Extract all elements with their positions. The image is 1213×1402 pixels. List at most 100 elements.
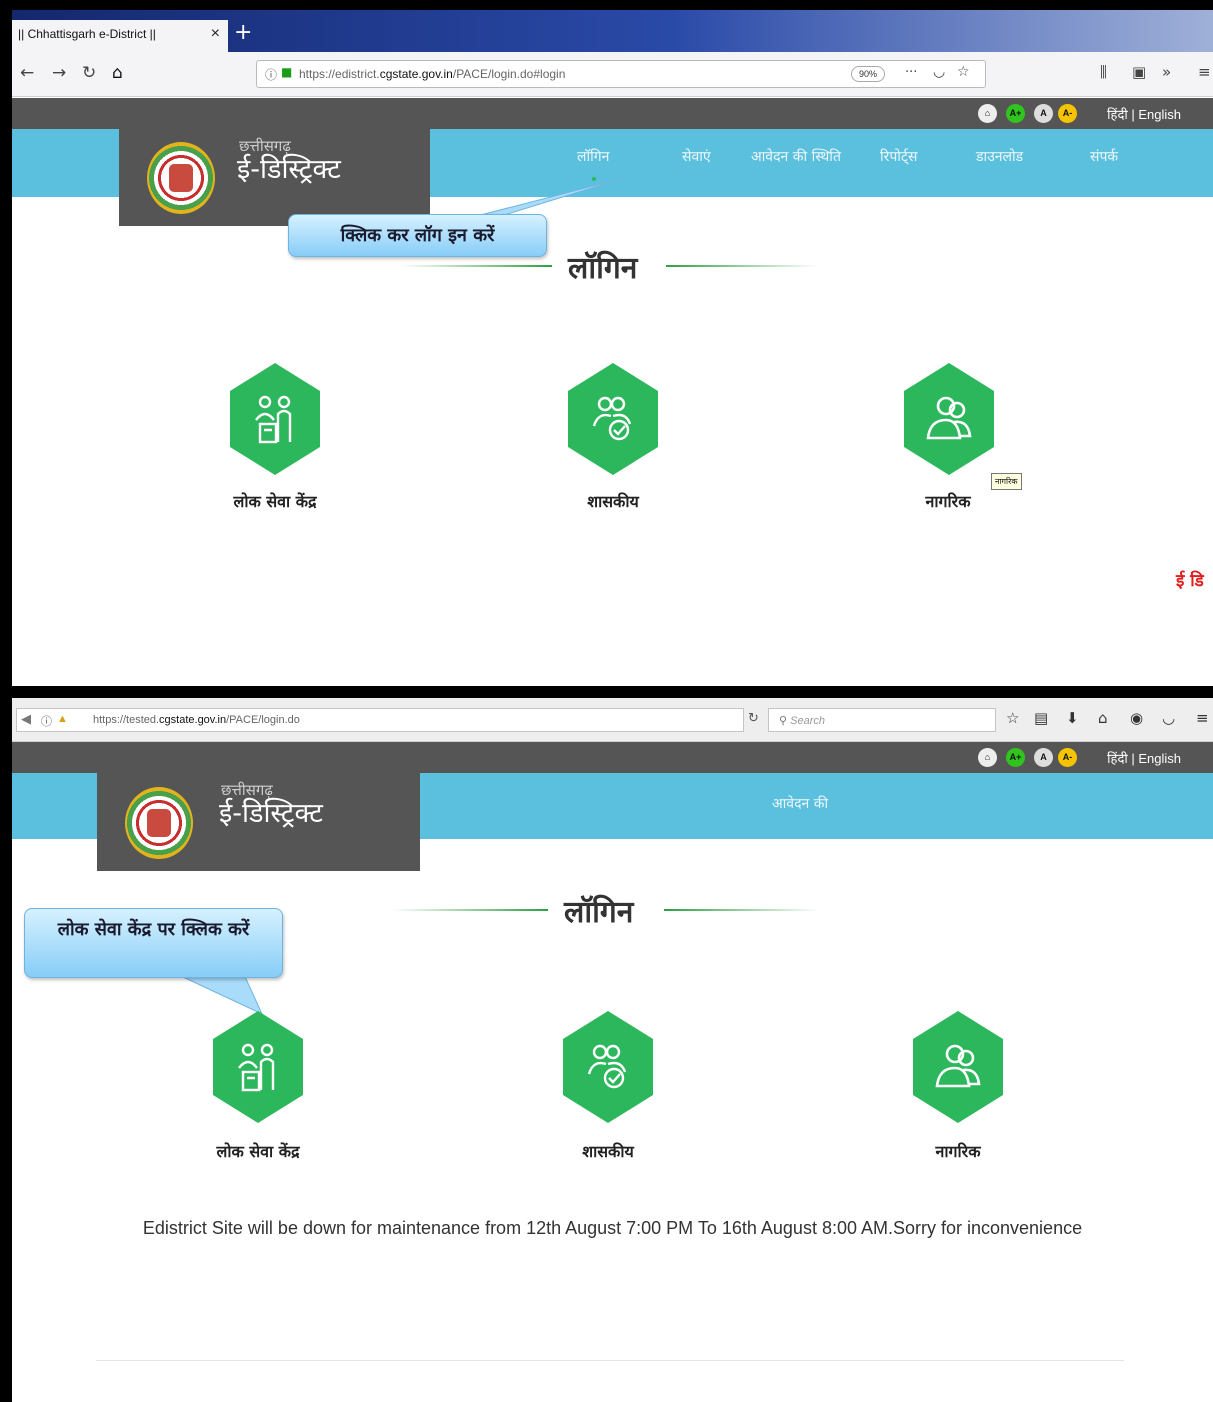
english-link[interactable]: English	[1138, 107, 1181, 122]
url-text: https://edistrict.cgstate.gov.in/PACE/lo…	[299, 67, 566, 81]
role-csc-button[interactable]	[230, 363, 320, 475]
csc-operator-icon	[255, 395, 292, 444]
font-increase-button[interactable]: A+	[1006, 748, 1025, 767]
clipboard-icon[interactable]: ▤	[1034, 709, 1048, 727]
language-separator: |	[1131, 107, 1135, 122]
info-icon[interactable]: ⓘ	[265, 66, 277, 83]
hindi-link[interactable]: हिंदी	[1107, 107, 1128, 122]
site-logo-block[interactable]: छत्तीसगढ़ ई-डिस्ट्रिक्ट	[97, 773, 420, 871]
url-text: https://tested.cgstate.gov.in/PACE/login…	[93, 714, 300, 726]
search-icon: ⚲	[779, 715, 791, 727]
browser-nav-bar: ← → ↻ ⌂ ⓘ ■ https://edistrict.cgstate.go…	[12, 52, 1213, 97]
insecure-lock-icon: ▲	[57, 713, 68, 725]
state-emblem-icon	[125, 787, 193, 859]
bookmark-star-icon[interactable]: ☆	[957, 64, 970, 80]
government-users-icon	[592, 396, 632, 441]
accessibility-strip: ⌂ A+ A A- हिंदी | English	[12, 98, 1213, 129]
search-placeholder: Search	[790, 715, 825, 727]
role-government-button[interactable]	[563, 1011, 653, 1123]
page-actions-icon[interactable]: ···	[905, 65, 917, 80]
info-icon[interactable]: ⓘ	[41, 713, 52, 729]
hindi-link[interactable]: हिंदी	[1107, 751, 1128, 766]
home-icon[interactable]: ⌂	[978, 748, 997, 767]
download-icon[interactable]: ⬇	[1066, 709, 1079, 727]
back-icon[interactable]: ◀	[21, 711, 31, 727]
maintenance-notice: Edistrict Site will be down for maintena…	[142, 1218, 1083, 1238]
reload-icon[interactable]: ↻	[748, 711, 759, 726]
back-icon[interactable]: ←	[20, 63, 34, 83]
login-heading: लॉगिन	[568, 251, 638, 286]
overflow-icon[interactable]: »	[1162, 63, 1171, 81]
address-bar[interactable]: ⓘ ■ https://edistrict.cgstate.gov.in/PAC…	[256, 60, 986, 88]
menu-login[interactable]: लॉगिन	[577, 147, 609, 166]
role-citizen-button[interactable]	[904, 363, 994, 475]
menu-downloads[interactable]: डाउनलोड	[976, 147, 1023, 166]
font-normal-button[interactable]: A	[1034, 104, 1053, 123]
home-icon[interactable]: ⌂	[978, 104, 997, 123]
login-heading: लॉगिन	[564, 895, 634, 930]
role-citizen-label[interactable]: नागरिक	[878, 1140, 1038, 1162]
font-increase-button[interactable]: A+	[1006, 104, 1025, 123]
language-separator: |	[1131, 751, 1135, 766]
menu-application-status[interactable]: आवेदन की स्थिति	[751, 147, 841, 166]
government-users-icon	[587, 1044, 627, 1089]
footer-divider	[96, 1360, 1124, 1361]
marquee-text: ई डि	[1176, 571, 1204, 591]
screenshot-panel-bottom: ◀ ⓘ ▲ https://tested.cgstate.gov.in/PACE…	[12, 698, 1213, 1402]
home-icon[interactable]: ⌂	[112, 63, 123, 83]
menu-services[interactable]: सेवाएं	[682, 147, 711, 166]
role-government-label[interactable]: शासकीय	[528, 1140, 688, 1162]
brand-title: ई-डिस्ट्रिक्ट	[219, 798, 323, 829]
brand-title: ई-डिस्ट्रिक्ट	[237, 154, 341, 185]
menu-icon[interactable]: ≡	[1196, 709, 1209, 727]
menu-application-status[interactable]: आवेदन की	[772, 794, 828, 813]
bookmark-star-icon[interactable]: ☆	[1006, 709, 1019, 727]
new-tab-icon[interactable]: +	[234, 22, 252, 44]
menu-reports[interactable]: रिपोर्ट्स	[880, 147, 917, 166]
site-logo-block[interactable]: छत्तीसगढ़ ई-डिस्ट्रिक्ट	[119, 129, 430, 226]
pocket-icon[interactable]: ◡	[1162, 709, 1175, 727]
search-input[interactable]: ⚲ Search	[768, 708, 996, 732]
role-citizen-button[interactable]	[913, 1011, 1003, 1123]
csc-hint-callout: लोक सेवा केंद्र पर क्लिक करें	[24, 908, 283, 978]
english-link[interactable]: English	[1138, 751, 1181, 766]
font-decrease-button[interactable]: A-	[1058, 748, 1077, 767]
state-emblem-icon	[147, 142, 215, 214]
pocket-icon[interactable]: ◡	[933, 64, 945, 80]
heading-line-left	[400, 265, 552, 267]
role-csc-label[interactable]: लोक सेवा केंद्र	[178, 1140, 338, 1162]
citizen-group-icon	[935, 1044, 981, 1088]
language-switch: हिंदी | English	[1107, 105, 1181, 123]
citizen-tooltip: नागरिक	[991, 473, 1022, 490]
font-decrease-button[interactable]: A-	[1058, 104, 1077, 123]
login-hint-callout: क्लिक कर लॉग इन करें	[288, 214, 547, 257]
library-icon[interactable]: ⫼	[1100, 63, 1107, 81]
browser-tab[interactable]: || Chhattisgarh e-District || ×	[12, 20, 228, 52]
reload-icon[interactable]: ↻	[82, 63, 96, 83]
lock-icon: ■	[281, 65, 293, 79]
csc-operator-icon	[238, 1043, 275, 1092]
tab-title: || Chhattisgarh e-District ||	[18, 27, 156, 41]
browser-tab-bar: || Chhattisgarh e-District || × +	[12, 10, 1213, 52]
role-citizen-label[interactable]: नागरिक	[868, 490, 1028, 512]
chat-icon[interactable]: ◉	[1130, 709, 1143, 727]
forward-icon[interactable]: →	[52, 63, 66, 83]
heading-line-right	[664, 909, 820, 911]
menu-contact[interactable]: संपर्क	[1090, 147, 1118, 166]
heading-line-left	[392, 909, 548, 911]
screenshot-panel-top: || Chhattisgarh e-District || × + ← → ↻ …	[12, 10, 1213, 686]
accessibility-strip: ⌂ A+ A A- हिंदी | English	[12, 742, 1213, 773]
sidebar-icon[interactable]: ▣	[1132, 63, 1146, 81]
browser-nav-bar: ◀ ⓘ ▲ https://tested.cgstate.gov.in/PACE…	[12, 698, 1213, 742]
address-bar[interactable]: ◀ ⓘ ▲ https://tested.cgstate.gov.in/PACE…	[16, 708, 744, 732]
role-csc-label[interactable]: लोक सेवा केंद्र	[195, 490, 355, 512]
font-normal-button[interactable]: A	[1034, 748, 1053, 767]
language-switch: हिंदी | English	[1107, 749, 1181, 767]
role-government-button[interactable]	[568, 363, 658, 475]
heading-line-right	[666, 265, 818, 267]
menu-icon[interactable]: ≡	[1198, 63, 1211, 81]
close-tab-icon[interactable]: ×	[211, 25, 220, 43]
role-government-label[interactable]: शासकीय	[533, 490, 693, 512]
home-icon[interactable]: ⌂	[1098, 709, 1108, 727]
zoom-indicator[interactable]: 90%	[851, 66, 885, 82]
